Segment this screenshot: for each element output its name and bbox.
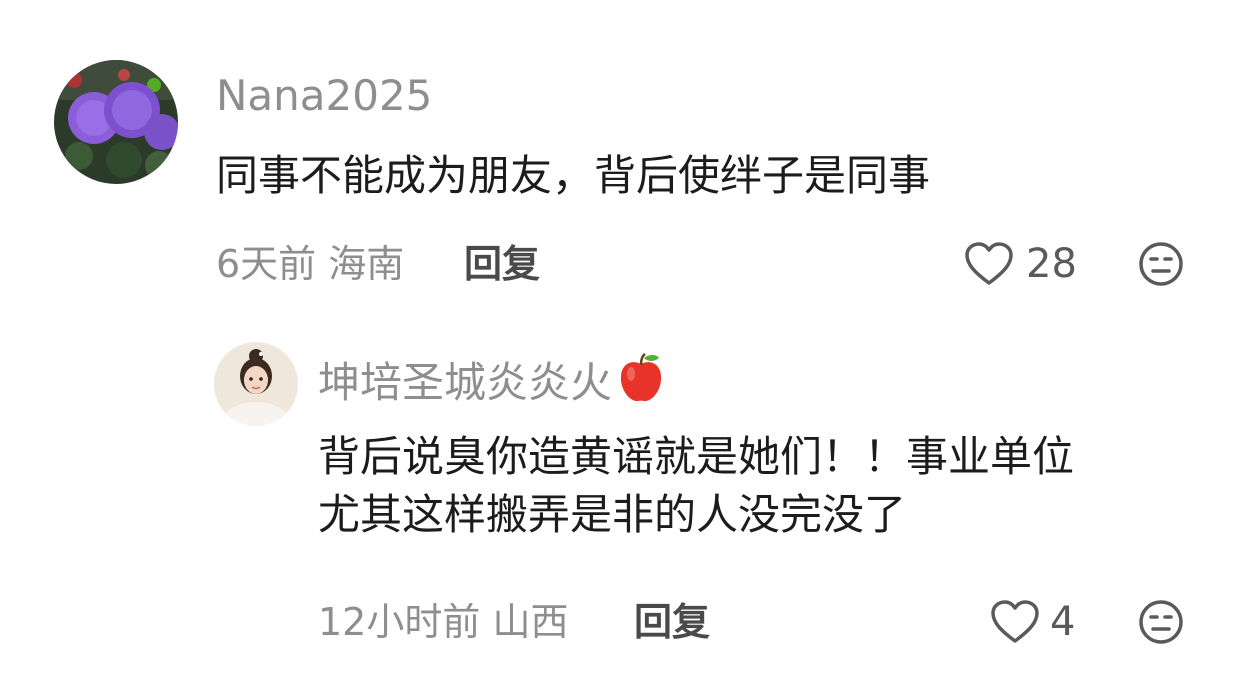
heart-outline-icon: [990, 600, 1040, 644]
like-button[interactable]: 4: [990, 598, 1075, 646]
comment-location: 海南: [328, 242, 405, 286]
reply-button[interactable]: 回复: [634, 598, 710, 646]
dislike-button[interactable]: [1138, 241, 1184, 287]
comment-text-line: 背后说臭你造黄谣就是她们！！事业单位: [318, 432, 1075, 481]
user-avatar[interactable]: [214, 342, 298, 426]
purple-chrysanthemum-avatar: [54, 60, 178, 184]
username[interactable]: 坤培圣城炎炎火: [318, 352, 666, 414]
meh-face-icon: [1138, 599, 1184, 645]
comment-text: 背后说臭你造黄谣就是她们！！事业单位 尤其这样搬弄是非的人没完没了: [318, 428, 1074, 544]
comment-meta: 12小时前 山西: [318, 598, 568, 646]
like-count: 28: [1026, 241, 1077, 287]
dislike-button[interactable]: [1138, 599, 1184, 645]
username[interactable]: Nana2025: [216, 72, 432, 120]
reply-button[interactable]: 回复: [464, 240, 540, 288]
comment-time: 6天前: [216, 242, 317, 286]
apple-emoji-icon: [616, 352, 666, 414]
comment-text-line: 尤其这样搬弄是非的人没完没了: [318, 490, 907, 539]
heart-outline-icon: [964, 242, 1014, 286]
meh-face-icon: [1138, 241, 1184, 287]
like-count: 4: [1050, 599, 1076, 645]
comment-text: 同事不能成为朋友，背后使绊子是同事: [216, 151, 931, 200]
user-avatar[interactable]: [54, 60, 178, 184]
like-button[interactable]: 28: [964, 240, 1077, 288]
comment-location: 山西: [492, 600, 569, 644]
comment-meta: 6天前 海南: [216, 240, 404, 288]
username-text: 坤培圣城炎炎火: [318, 358, 613, 407]
comment-time: 12小时前: [318, 600, 481, 644]
cartoon-bride-avatar: [214, 342, 298, 426]
